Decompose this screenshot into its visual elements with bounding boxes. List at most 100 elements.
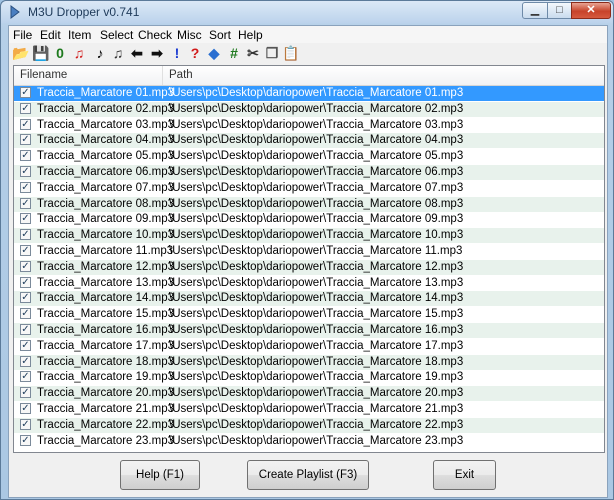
list-item[interactable]: ✓ Traccia_Marcatore 12.mp3 \Users\pc\Deskt… bbox=[14, 259, 604, 275]
close-icon: ✕ bbox=[586, 4, 596, 16]
path-cell: \Users\pc\Desktop\dariopower\Traccia_Mar… bbox=[169, 134, 464, 147]
column-separator[interactable] bbox=[162, 66, 163, 85]
checkbox[interactable]: ✓ bbox=[20, 276, 31, 288]
path-cell: \Users\pc\Desktop\dariopower\Traccia_Mar… bbox=[169, 102, 464, 115]
checkbox[interactable]: ✓ bbox=[20, 308, 31, 320]
create-playlist-button[interactable]: Create Playlist (F3) bbox=[247, 460, 369, 490]
save-icon[interactable]: 💾 bbox=[32, 45, 49, 61]
checkbox[interactable]: ✓ bbox=[20, 403, 31, 414]
maximize-icon: □ bbox=[556, 4, 563, 16]
checkbox[interactable]: ✓ bbox=[20, 245, 31, 256]
list-item[interactable]: ✓ Traccia_Marcatore 02.mp3 \Users\pc\Deskt… bbox=[14, 101, 604, 117]
list-item[interactable]: ✓ Traccia_Marcatore 16.mp3 \Users\pc\Deskt… bbox=[14, 323, 604, 338]
filename-cell: Traccia_Marcatore 10.mp3 bbox=[37, 229, 174, 242]
maximize-button[interactable]: □ bbox=[547, 2, 572, 19]
list-item[interactable]: ✓ Traccia_Marcatore 03.mp3 \Users\pc\Deskt… bbox=[14, 118, 604, 133]
checkbox[interactable]: ✓ bbox=[20, 102, 31, 114]
checkbox[interactable]: ✓ bbox=[20, 324, 31, 335]
filename-cell: Traccia_Marcatore 06.mp3 bbox=[37, 166, 174, 178]
file-list[interactable]: Filename Path ✓ Traccia_Marcatore 01.mp3 \… bbox=[13, 65, 605, 453]
path-cell: \Users\pc\Desktop\dariopower\Traccia_Mar… bbox=[169, 403, 464, 415]
menu-file[interactable]: File bbox=[13, 28, 32, 42]
list-item[interactable]: ✓ Traccia_Marcatore 23.mp3 \Users\pc\Deskt… bbox=[14, 434, 604, 449]
checkbox[interactable]: ✓ bbox=[20, 418, 31, 430]
diamond-icon[interactable]: ◆ bbox=[206, 45, 222, 61]
list-item[interactable]: ✓ Traccia_Marcatore 22.mp3 \Users\pc\Deskt… bbox=[14, 417, 604, 433]
help-button[interactable]: Help (F1) bbox=[120, 460, 200, 490]
title-bar[interactable]: M3U Dropper v0.741 ▁ □ ✕ bbox=[1, 1, 613, 23]
checkbox[interactable]: ✓ bbox=[20, 355, 31, 367]
list-item[interactable]: ✓ Traccia_Marcatore 21.mp3 \Users\pc\Deskt… bbox=[14, 402, 604, 417]
exclamation-icon[interactable]: ! bbox=[169, 45, 185, 61]
filename-cell: Traccia_Marcatore 07.mp3 bbox=[37, 181, 174, 194]
list-item[interactable]: ✓ Traccia_Marcatore 05.mp3 \Users\pc\Deskt… bbox=[14, 149, 604, 164]
path-cell: \Users\pc\Desktop\dariopower\Traccia_Mar… bbox=[169, 118, 464, 131]
menu-edit[interactable]: Edit bbox=[40, 28, 61, 42]
column-header-path[interactable]: Path bbox=[169, 69, 193, 81]
arrow-left-icon[interactable]: ⬅ bbox=[129, 45, 145, 61]
open-folder-icon[interactable]: 📂 bbox=[12, 45, 29, 61]
path-cell: \Users\pc\Desktop\dariopower\Traccia_Mar… bbox=[169, 245, 463, 257]
list-item[interactable]: ✓ Traccia_Marcatore 10.mp3 \Users\pc\Deskt… bbox=[14, 228, 604, 244]
checkbox[interactable]: ✓ bbox=[20, 229, 31, 241]
close-button[interactable]: ✕ bbox=[571, 2, 611, 19]
list-item[interactable]: ✓ Traccia_Marcatore 17.mp3 \Users\pc\Deskt… bbox=[14, 339, 604, 354]
checkbox[interactable]: ✓ bbox=[20, 213, 31, 225]
checkbox[interactable]: ✓ bbox=[20, 197, 31, 209]
checkbox[interactable]: ✓ bbox=[20, 87, 31, 98]
menu-select[interactable]: Select bbox=[100, 28, 133, 42]
list-item[interactable]: ✓ Traccia_Marcatore 01.mp3 \Users\pc\Deskt… bbox=[14, 86, 604, 101]
list-item[interactable]: ✓ Traccia_Marcatore 09.mp3 \Users\pc\Deskt… bbox=[14, 212, 604, 227]
checkbox[interactable]: ✓ bbox=[20, 134, 31, 146]
arrow-right-icon[interactable]: ➡ bbox=[149, 45, 165, 61]
music-note-red-icon[interactable]: ♫ bbox=[71, 45, 87, 61]
checkbox[interactable]: ✓ bbox=[20, 118, 31, 130]
menu-item[interactable]: Item bbox=[68, 28, 91, 42]
toolbar: 📂 💾 0 ♫ ♪ ♫ ⬅ ➡!? ◆ # ✂ ❐ 📋 bbox=[9, 44, 607, 63]
list-item[interactable]: ✓ Traccia_Marcatore 13.mp3 \Users\pc\Deskt… bbox=[14, 276, 604, 291]
path-cell: \Users\pc\Desktop\dariopower\Traccia_Mar… bbox=[169, 387, 464, 400]
list-item[interactable]: ✓ Traccia_Marcatore 06.mp3 \Users\pc\Deskt… bbox=[14, 165, 604, 180]
menu-help[interactable]: Help bbox=[238, 28, 263, 42]
checkbox[interactable]: ✓ bbox=[20, 181, 31, 193]
checkbox[interactable]: ✓ bbox=[20, 150, 31, 162]
zero-icon[interactable]: 0 bbox=[52, 45, 68, 61]
exit-button[interactable]: Exit bbox=[433, 460, 496, 490]
scissors-icon[interactable]: ✂ bbox=[245, 45, 261, 61]
list-item[interactable]: ✓ Traccia_Marcatore 07.mp3 \Users\pc\Deskt… bbox=[14, 181, 604, 196]
question-icon[interactable]: ? bbox=[187, 45, 203, 61]
list-item[interactable]: ✓ Traccia_Marcatore 20.mp3 \Users\pc\Deskt… bbox=[14, 386, 604, 402]
music-note-icon[interactable]: ♪ bbox=[92, 45, 108, 61]
path-cell: \Users\pc\Desktop\dariopower\Traccia_Mar… bbox=[169, 292, 464, 305]
list-item[interactable]: ✓ Traccia_Marcatore 08.mp3 \Users\pc\Deskt… bbox=[14, 196, 604, 212]
list-item[interactable]: ✓ Traccia_Marcatore 19.mp3 \Users\pc\Deskt… bbox=[14, 370, 604, 385]
menu-sort[interactable]: Sort bbox=[209, 28, 231, 42]
path-cell: \Users\pc\Desktop\dariopower\Traccia_Mar… bbox=[169, 150, 464, 163]
column-header-filename[interactable]: Filename bbox=[20, 69, 67, 81]
app-icon bbox=[10, 5, 20, 19]
filename-cell: Traccia_Marcatore 09.mp3 bbox=[37, 213, 174, 226]
checkbox[interactable]: ✓ bbox=[20, 371, 31, 383]
hash-icon[interactable]: # bbox=[226, 45, 242, 61]
checkbox[interactable]: ✓ bbox=[20, 166, 31, 177]
list-item[interactable]: ✓ Traccia_Marcatore 18.mp3 \Users\pc\Deskt… bbox=[14, 354, 604, 370]
music-note-plus-icon[interactable]: ♫ bbox=[110, 45, 126, 61]
filename-cell: Traccia_Marcatore 17.mp3 bbox=[37, 339, 174, 352]
copy-icon[interactable]: ❐ bbox=[264, 45, 280, 61]
minimize-button[interactable]: ▁ bbox=[522, 2, 548, 19]
checkbox[interactable]: ✓ bbox=[20, 292, 31, 304]
paste-icon[interactable]: 📋 bbox=[282, 45, 299, 61]
filename-cell: Traccia_Marcatore 22.mp3 bbox=[37, 418, 174, 431]
checkbox[interactable]: ✓ bbox=[20, 434, 31, 446]
checkbox[interactable]: ✓ bbox=[20, 339, 31, 351]
checkbox[interactable]: ✓ bbox=[20, 387, 31, 399]
list-item[interactable]: ✓ Traccia_Marcatore 11.mp3 \Users\pc\Deskt… bbox=[14, 244, 604, 259]
filename-cell: Traccia_Marcatore 11.mp3 bbox=[37, 245, 174, 257]
menu-misc[interactable]: Misc bbox=[177, 28, 202, 42]
filename-cell: Traccia_Marcatore 21.mp3 bbox=[37, 403, 174, 415]
menu-check[interactable]: Check bbox=[138, 28, 172, 42]
checkbox[interactable]: ✓ bbox=[20, 260, 31, 272]
list-item[interactable]: ✓ Traccia_Marcatore 15.mp3 \Users\pc\Deskt… bbox=[14, 307, 604, 322]
list-item[interactable]: ✓ Traccia_Marcatore 04.mp3 \Users\pc\Deskt… bbox=[14, 133, 604, 149]
list-item[interactable]: ✓ Traccia_Marcatore 14.mp3 \Users\pc\Deskt… bbox=[14, 291, 604, 307]
